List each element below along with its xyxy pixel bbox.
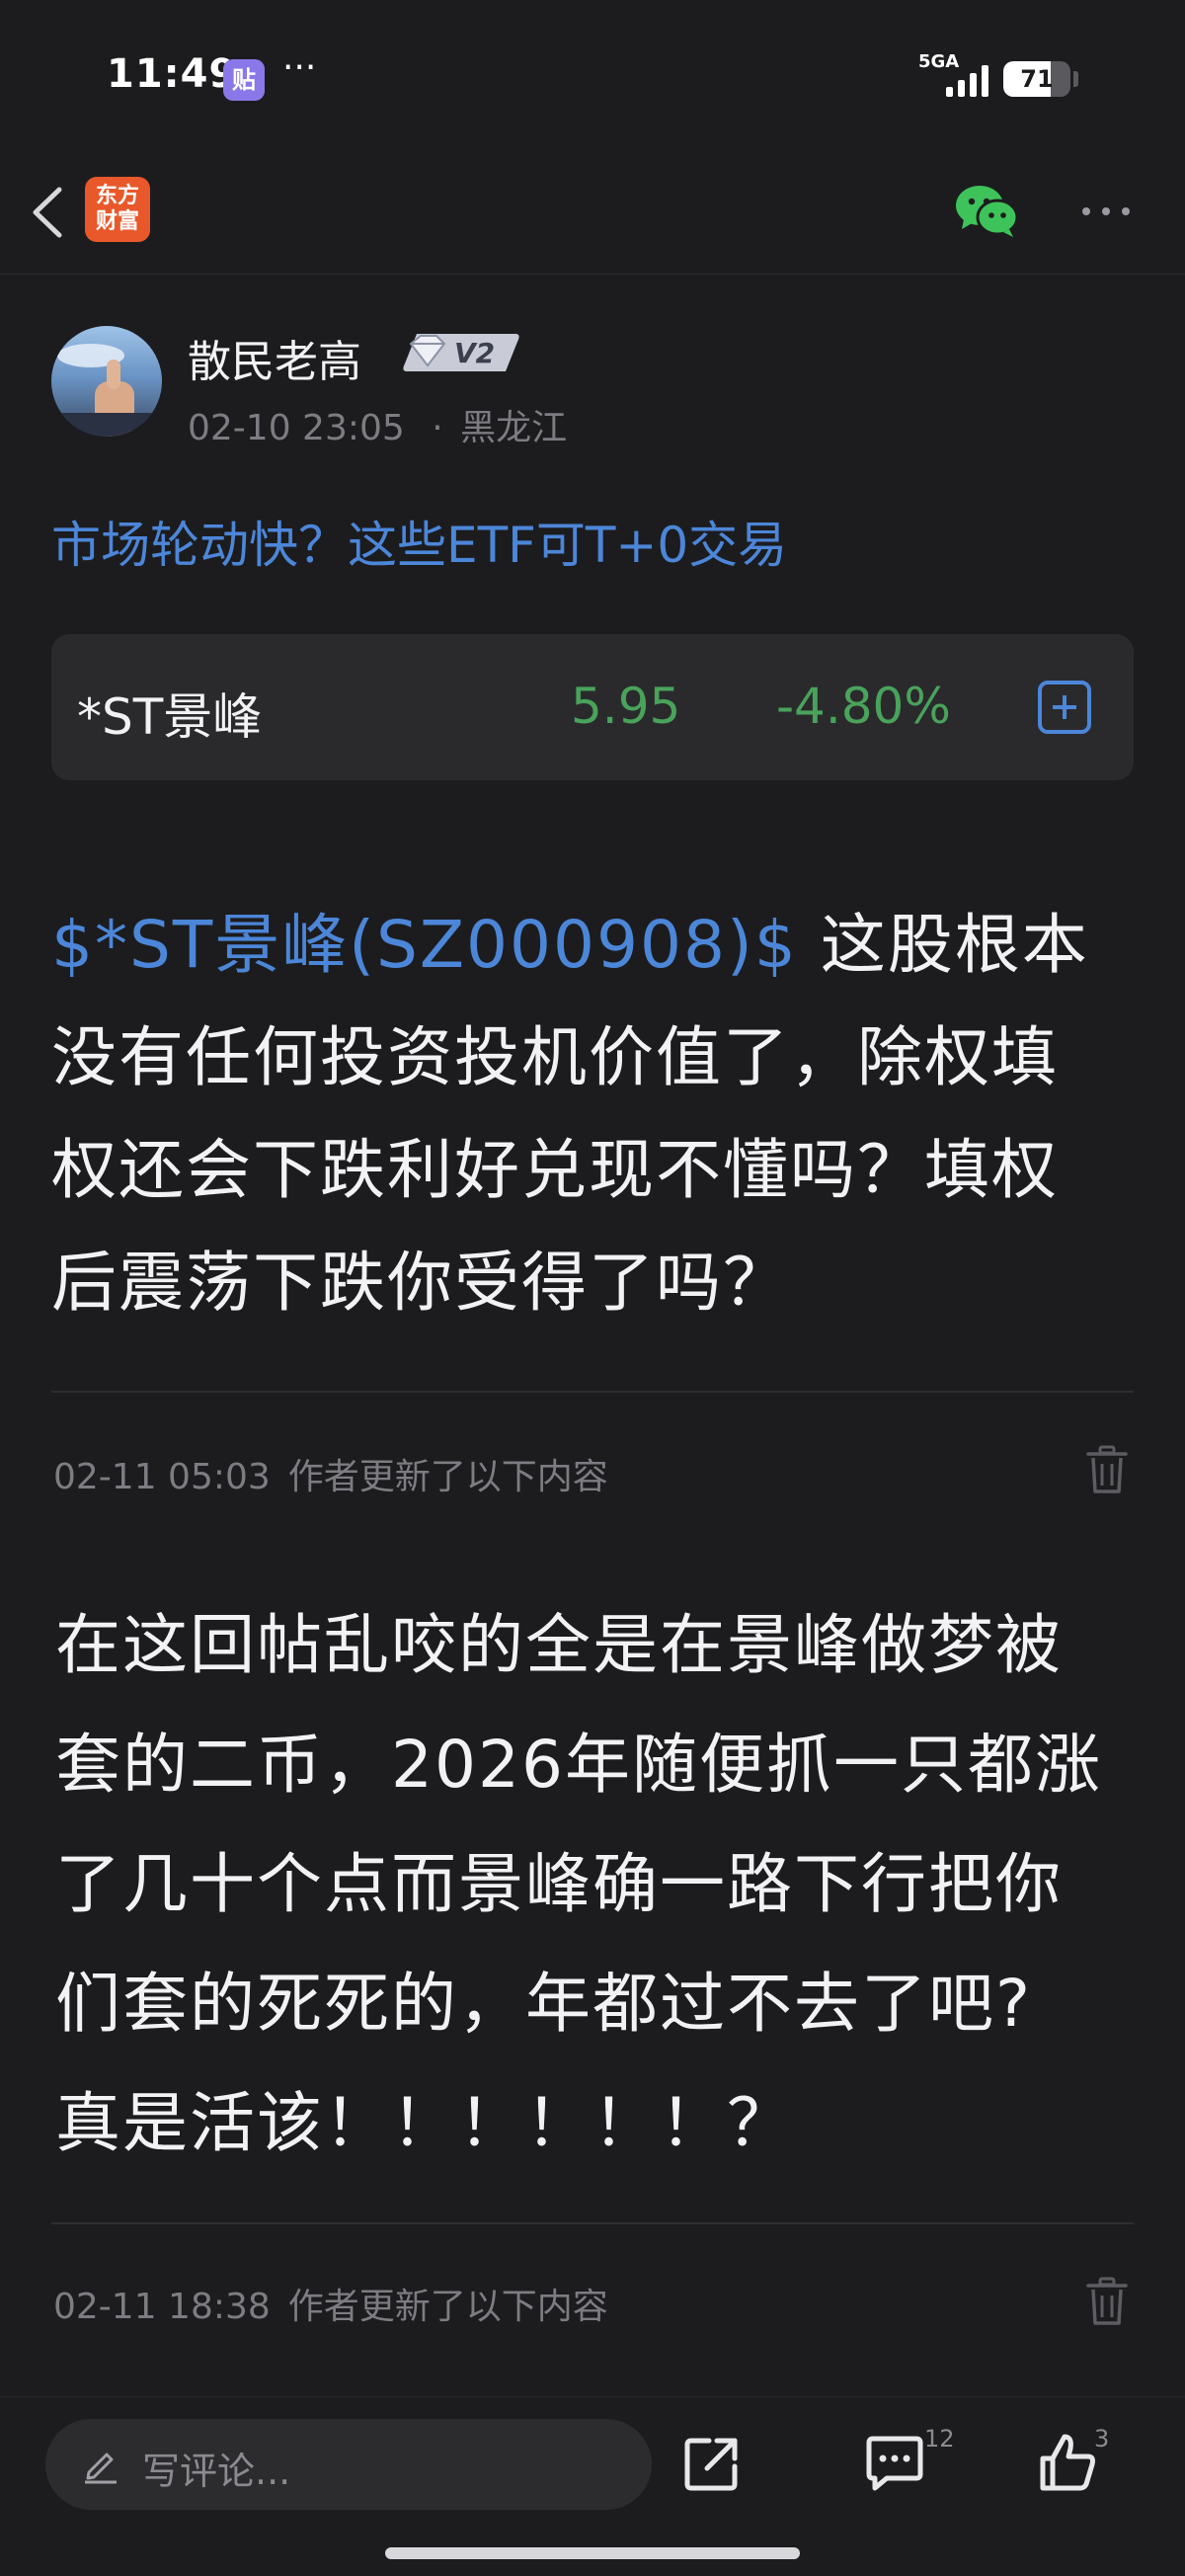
post-meta: 02-10 23:05 · 黑龙江 [188, 399, 567, 450]
update-body-line: 真是活该！！！！！！？ [55, 2085, 794, 2161]
brand-logo-text: 东方 财富 [95, 184, 139, 234]
post-body-line: 这股根本 [797, 907, 1089, 983]
update-time: 02-11 05:03 [53, 1457, 271, 1497]
wechat-share-button[interactable] [954, 182, 1019, 239]
more-horizontal-icon [1082, 207, 1090, 215]
post-body-line: 权还会下跌利好兑现不懂吗？填权 [51, 1132, 1059, 1208]
update-body-line: 套的二币，2026年随便抓一只都涨 [55, 1727, 1102, 1803]
update-label: 作者更新了以下内容 [287, 1457, 608, 1497]
trash-icon [1086, 2277, 1128, 2325]
update-body: 在这回帖乱咬的全是在景峰做梦被 套的二币，2026年随便抓一只都涨 了几十个点而… [55, 1600, 1142, 2198]
stock-name: *ST景峰 [77, 688, 263, 746]
status-time: 11:49 [107, 51, 238, 97]
battery-level-text: 71 [1020, 65, 1054, 93]
update-header: 02-11 05:03 作者更新了以下内容 [53, 1448, 608, 1499]
divider [51, 2222, 1134, 2224]
like-button[interactable] [1037, 2431, 1098, 2494]
post-date: 02-10 23:05 [188, 408, 405, 448]
like-count: 3 [1094, 2425, 1110, 2453]
level-badge: V2 [397, 328, 523, 377]
stock-tag-link[interactable]: $*ST景峰(SZ000908)$ [51, 907, 798, 983]
avatar-photo [51, 344, 162, 437]
pencil-icon [85, 2453, 117, 2484]
share-icon [684, 2438, 738, 2491]
signal-icon [946, 63, 988, 97]
comment-icon [866, 2436, 923, 2491]
status-more-icon: ··· [282, 47, 317, 88]
comment-count: 12 [924, 2425, 955, 2453]
update-body-line: 在这回帖乱咬的全是在景峰做梦被 [55, 1607, 1063, 1683]
delete-update-button[interactable] [1084, 1444, 1130, 1495]
update-header: 02-11 18:38 作者更新了以下内容 [53, 2278, 608, 2329]
diamond-icon: V2 [403, 334, 519, 371]
author-name[interactable]: 散民老高 [188, 326, 361, 389]
stock-change-percent: -4.80% [776, 678, 951, 735]
update-body-line: 了几十个点而景峰确一路下行把你 [55, 1846, 1063, 1922]
back-button[interactable] [20, 178, 89, 247]
add-to-watchlist-button[interactable] [1038, 681, 1091, 734]
post-location: 黑龙江 [460, 408, 568, 448]
bottom-action-bar: 写评论... 12 3 [0, 2396, 1185, 2576]
more-options-button[interactable] [1076, 198, 1136, 227]
comment-input[interactable]: 写评论... [45, 2419, 652, 2510]
post-body-line: 后震荡下跌你受得了吗？ [51, 1245, 790, 1321]
stock-price: 5.95 [571, 678, 681, 735]
thumbs-up-icon [1040, 2434, 1095, 2491]
status-bar: 11:49 贴 ··· 5GA 71 [0, 0, 1185, 158]
trash-icon [1086, 1445, 1128, 1493]
update-body-line: 们套的死死的，年都过不去了吧? [55, 1966, 1033, 2042]
stock-quote-card[interactable]: *ST景峰 5.95 -4.80% [51, 634, 1134, 780]
post-body: $*ST景峰(SZ000908)$ 这股根本 没有任何投资投机价值了，除权填 权… [51, 889, 1138, 1339]
notification-app-icon: 贴 [223, 59, 265, 101]
brand-logo[interactable]: 东方 财富 [85, 177, 150, 242]
meta-separator: · [432, 408, 443, 448]
post-body-line: 没有任何投资投机价值了，除权填 [51, 1019, 1059, 1095]
update-time: 02-11 18:38 [53, 2287, 271, 2327]
comment-placeholder: 写评论... [142, 2450, 291, 2493]
author-avatar[interactable] [51, 326, 162, 437]
nav-bar: 东方 财富 [0, 158, 1185, 275]
delete-update-button[interactable] [1084, 2276, 1130, 2327]
wechat-icon [956, 186, 1019, 237]
battery-icon: 71 [1003, 61, 1070, 97]
share-button[interactable] [681, 2433, 743, 2494]
level-text: V2 [454, 337, 495, 369]
home-indicator[interactable] [385, 2547, 800, 2559]
divider [51, 1391, 1134, 1393]
post-detail-screen: 11:49 贴 ··· 5GA 71 东方 财富 散民老高 V2 02-10 2… [0, 0, 1185, 2576]
promo-link[interactable]: 市场轮动快？这些ETF可T+0交易 [51, 506, 787, 577]
update-label: 作者更新了以下内容 [287, 2287, 608, 2327]
comments-button[interactable] [863, 2433, 926, 2494]
battery-tip [1073, 71, 1078, 87]
chevron-left-icon [33, 187, 62, 238]
